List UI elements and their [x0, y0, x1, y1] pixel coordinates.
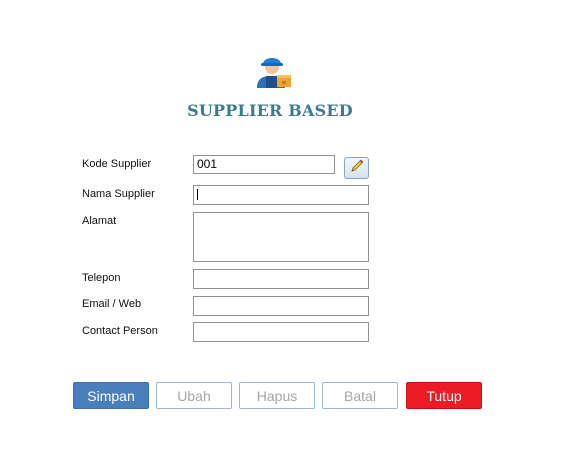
batal-button[interactable]: Batal — [322, 382, 398, 409]
text-caret — [197, 189, 198, 200]
email-web-label: Email / Web — [82, 298, 142, 310]
alamat-label: Alamat — [82, 215, 117, 227]
alamat-textarea[interactable] — [193, 212, 369, 262]
worker-with-box-icon — [251, 50, 295, 90]
kode-supplier-label: Kode Supplier — [82, 158, 152, 170]
nama-supplier-field[interactable] — [193, 185, 369, 205]
simpan-button[interactable]: Simpan — [73, 382, 149, 409]
contact-person-field[interactable] — [193, 322, 369, 342]
email-web-field[interactable] — [193, 296, 369, 316]
ubah-button[interactable]: Ubah — [156, 382, 232, 409]
telepon-field[interactable] — [193, 269, 369, 289]
hapus-button[interactable]: Hapus — [239, 382, 315, 409]
page-title: SUPPLIER BASED — [187, 101, 353, 120]
contact-person-label: Contact Person — [82, 325, 158, 337]
telepon-label: Telepon — [82, 272, 121, 284]
edit-kode-button[interactable] — [344, 157, 369, 179]
tutup-button[interactable]: Tutup — [406, 382, 482, 409]
kode-supplier-field[interactable]: 001 — [193, 155, 335, 174]
nama-supplier-label: Nama Supplier — [82, 188, 155, 200]
pencil-icon — [349, 158, 365, 179]
